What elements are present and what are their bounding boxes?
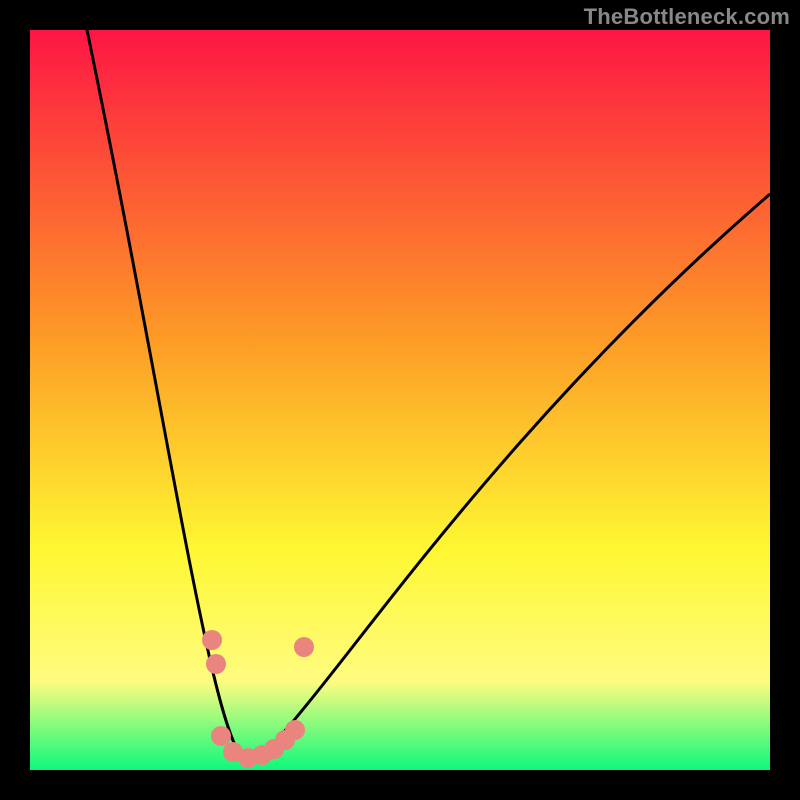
data-marker — [294, 637, 314, 657]
data-marker — [202, 630, 222, 650]
data-marker — [285, 720, 305, 740]
data-marker — [206, 654, 226, 674]
attribution-text: TheBottleneck.com — [584, 4, 790, 30]
chart-stage: TheBottleneck.com — [0, 0, 800, 800]
plot-area — [30, 30, 770, 770]
gradient-background — [30, 30, 770, 770]
data-marker — [211, 726, 231, 746]
chart-svg — [30, 30, 770, 770]
